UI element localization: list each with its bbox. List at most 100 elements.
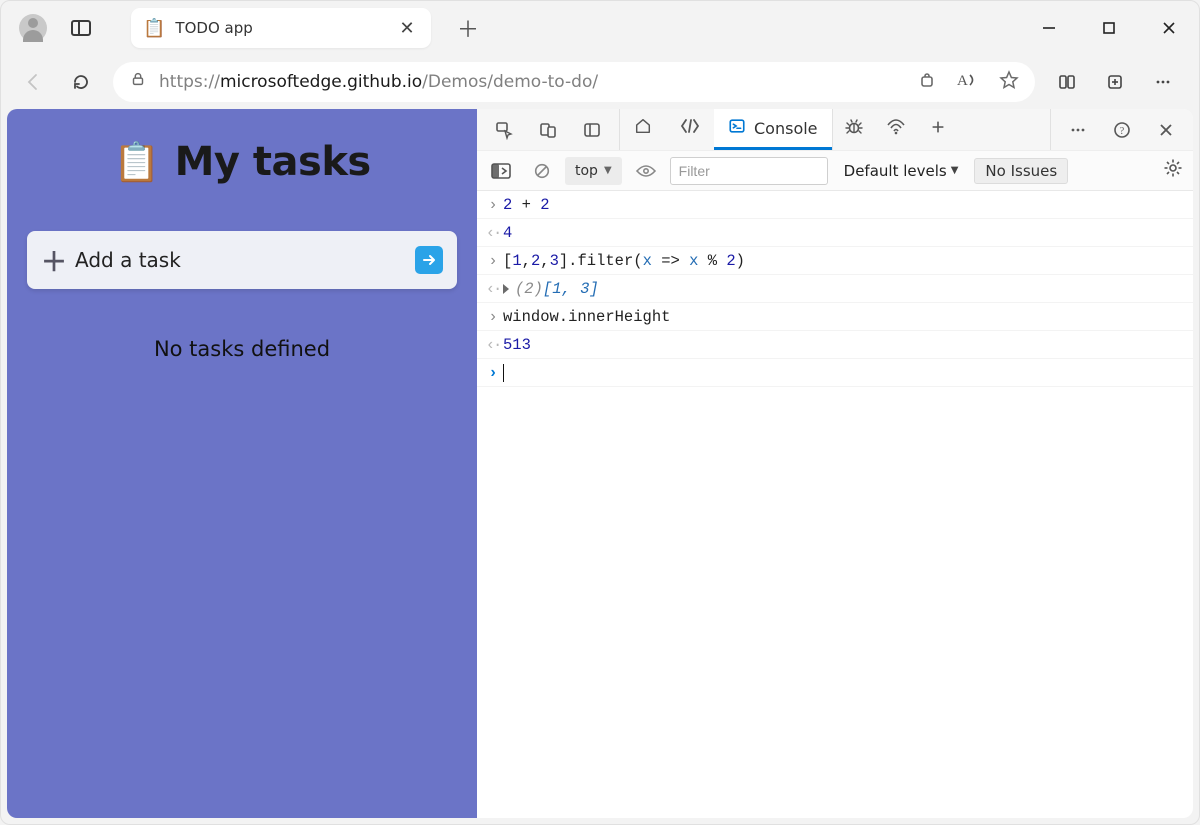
tab-console[interactable]: Console [714, 109, 832, 150]
device-icon [538, 120, 558, 140]
devtools-more-button[interactable] [1057, 109, 1099, 150]
workspaces-button[interactable] [71, 20, 91, 36]
tab-sources[interactable] [833, 109, 875, 150]
browser-tab[interactable]: 📋 TODO app ✕ [131, 8, 431, 48]
clipboard-icon: 📋 [113, 140, 160, 185]
tab-favicon-icon: 📋 [143, 18, 165, 39]
console-icon [728, 117, 746, 140]
maximize-icon [1099, 18, 1119, 38]
back-arrow-icon [23, 72, 43, 92]
devtools-panel: Console [477, 109, 1193, 818]
page-title: My tasks [175, 139, 371, 185]
eye-icon [636, 164, 656, 178]
console-row: ›2 + 2 [477, 191, 1193, 219]
close-icon [1156, 120, 1176, 140]
help-icon: ? [1112, 120, 1132, 140]
add-task-placeholder: Add a task [75, 248, 181, 272]
console-row: ‹·513 [477, 331, 1193, 359]
avatar-icon [19, 14, 47, 42]
page-content: 📋 My tasks ＋ Add a task No tasks defined [7, 109, 477, 818]
shopping-icon[interactable] [917, 70, 937, 95]
svg-text:A: A [957, 73, 968, 89]
lock-icon [129, 70, 147, 88]
refresh-icon [71, 72, 91, 92]
minimize-icon [1039, 18, 1059, 38]
toggle-sidebar-button[interactable] [483, 157, 519, 185]
split-screen-button[interactable] [1045, 62, 1089, 102]
refresh-button[interactable] [59, 62, 103, 102]
console-row: ›[1,2,3].filter(x => x % 2) [477, 247, 1193, 275]
log-levels-label: Default levels [844, 162, 947, 180]
activity-bar-button[interactable] [571, 109, 613, 150]
window-controls [1019, 1, 1199, 55]
more-button[interactable] [1141, 62, 1185, 102]
url-text: https://microsoftedge.github.io/Demos/de… [159, 72, 598, 92]
chevron-down-icon: ▼ [604, 165, 612, 176]
tab-console-label: Console [754, 119, 818, 138]
toolbar: https://microsoftedge.github.io/Demos/de… [1, 55, 1199, 109]
add-task-input[interactable]: ＋ Add a task [27, 231, 457, 289]
console-toolbar: top ▼ Default levels ▼ No Issues [477, 151, 1193, 191]
console-row: ‹·(2) [1, 3] [477, 275, 1193, 303]
console-row: ‹·4 [477, 219, 1193, 247]
new-tab-button[interactable]: ＋ [449, 9, 487, 47]
back-button[interactable] [11, 62, 55, 102]
expand-icon[interactable] [503, 284, 509, 294]
devtools-close-button[interactable] [1145, 109, 1187, 150]
more-tabs-button[interactable] [917, 109, 959, 150]
app-header: 📋 My tasks [113, 139, 370, 185]
address-bar[interactable]: https://microsoftedge.github.io/Demos/de… [113, 62, 1035, 102]
clear-icon [533, 162, 551, 180]
star-icon [999, 70, 1019, 90]
read-aloud-button[interactable]: A [957, 70, 979, 95]
workspaces-icon [71, 20, 91, 36]
profile-button[interactable] [9, 9, 57, 47]
filter-input[interactable] [670, 157, 828, 185]
devtools-help-button[interactable]: ? [1101, 109, 1143, 150]
elements-icon [680, 117, 700, 140]
tab-welcome[interactable] [620, 109, 666, 150]
home-icon [634, 117, 652, 140]
svg-text:?: ? [1120, 126, 1125, 137]
close-icon [1159, 18, 1179, 38]
site-info-button[interactable] [129, 70, 147, 93]
tab-close-button[interactable]: ✕ [395, 16, 419, 40]
log-levels-dropdown[interactable]: Default levels ▼ [844, 162, 959, 180]
sidebar-icon [491, 163, 511, 179]
devtools-toolbar: Console [477, 109, 1193, 151]
empty-state-text: No tasks defined [154, 337, 330, 361]
tab-strip: 📋 TODO app ✕ ＋ [1, 1, 1199, 55]
ellipsis-icon [1153, 72, 1173, 92]
console-input[interactable]: › [477, 359, 1193, 387]
window-close-button[interactable] [1139, 1, 1199, 55]
window-minimize-button[interactable] [1019, 1, 1079, 55]
favorite-button[interactable] [999, 70, 1019, 95]
console-settings-button[interactable] [1163, 158, 1183, 183]
network-icon [886, 117, 906, 142]
panel-icon [582, 120, 602, 140]
tab-title: TODO app [175, 19, 385, 37]
ellipsis-icon [1068, 120, 1088, 140]
collections-button[interactable] [1093, 62, 1137, 102]
chevron-down-icon: ▼ [951, 165, 959, 176]
inspect-element-button[interactable] [483, 109, 525, 150]
tab-elements[interactable] [666, 109, 714, 150]
inspect-icon [494, 120, 514, 140]
collections-icon [1105, 72, 1125, 92]
context-selector-label: top [575, 163, 598, 179]
plus-icon [929, 118, 947, 141]
live-expression-button[interactable] [628, 157, 664, 185]
issues-button[interactable]: No Issues [974, 158, 1068, 184]
plus-icon: ＋ [41, 242, 67, 279]
context-selector[interactable]: top ▼ [565, 157, 622, 185]
console-output[interactable]: ›2 + 2‹·4›[1,2,3].filter(x => x % 2)‹·(2… [477, 191, 1193, 818]
submit-task-button[interactable] [415, 246, 443, 274]
split-screen-icon [1057, 72, 1077, 92]
arrow-right-icon [422, 253, 436, 267]
device-toolbar-button[interactable] [527, 109, 569, 150]
tab-network[interactable] [875, 109, 917, 150]
console-row: ›window.innerHeight [477, 303, 1193, 331]
window-maximize-button[interactable] [1079, 1, 1139, 55]
clear-console-button[interactable] [525, 157, 559, 185]
bug-icon [844, 117, 864, 142]
